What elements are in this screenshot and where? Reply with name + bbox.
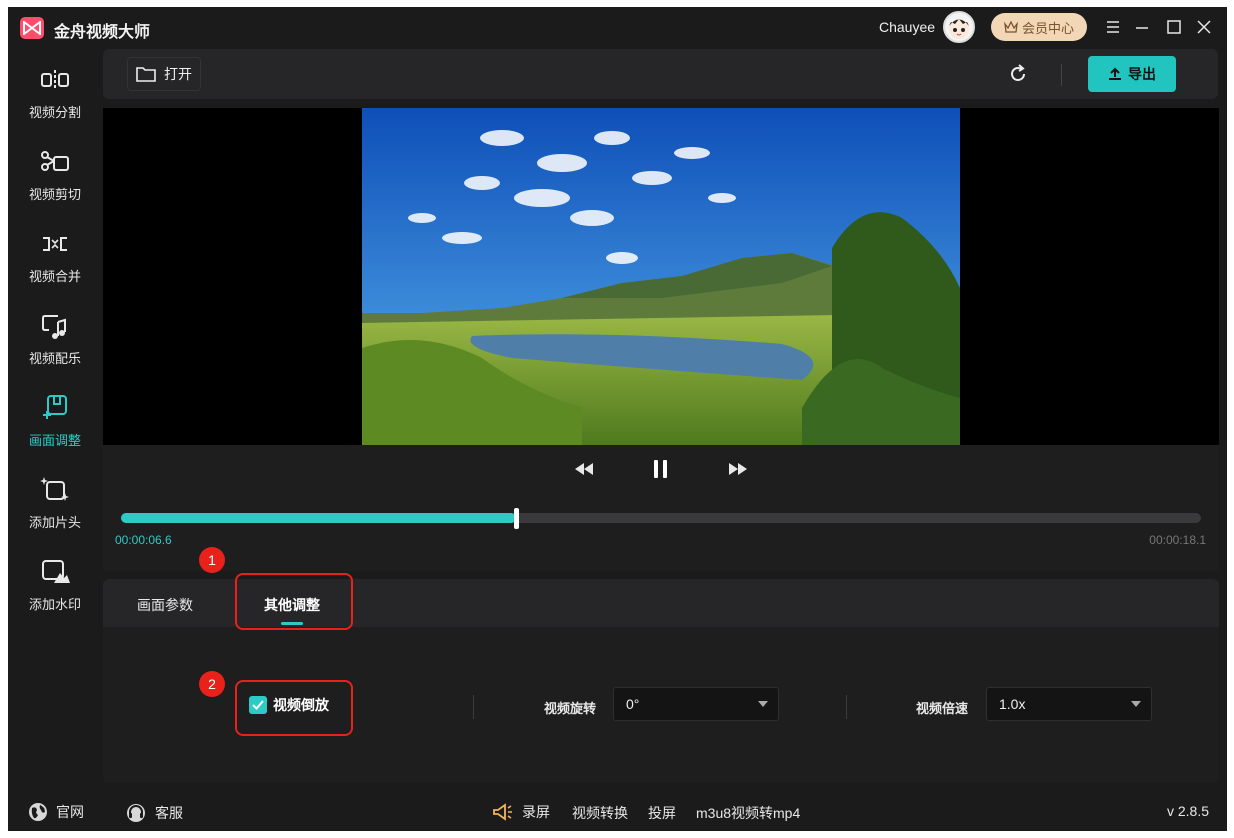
sidebar-item-split[interactable]: 视频分割 bbox=[8, 55, 102, 135]
app-window: 金舟视频大师 Chauyee 会员中心 视频分割 视频剪切 视频合并 视频配乐 … bbox=[8, 7, 1227, 831]
divider bbox=[473, 695, 474, 719]
upload-icon bbox=[1109, 67, 1121, 80]
folder-icon bbox=[136, 67, 156, 82]
tab-picture-params[interactable]: 画面参数 bbox=[137, 595, 193, 615]
website-link[interactable]: 官网 bbox=[28, 802, 84, 822]
sidebar-item-label: 视频分割 bbox=[28, 105, 81, 120]
rotate-value: 0° bbox=[626, 696, 640, 712]
annotation-marker: 2 bbox=[199, 671, 225, 697]
export-button[interactable]: 导出 bbox=[1088, 56, 1176, 92]
version-label: v 2.8.5 bbox=[1166, 803, 1209, 819]
progress-bar[interactable] bbox=[121, 508, 1201, 529]
sidebar-item-label: 画面调整 bbox=[28, 433, 81, 448]
record-label: 录屏 bbox=[522, 804, 550, 820]
watermark-icon bbox=[38, 555, 72, 589]
crown-icon bbox=[1004, 21, 1018, 33]
globe-icon bbox=[29, 803, 47, 821]
rotate-select[interactable]: 0° bbox=[613, 687, 779, 721]
speed-label: 视频倍速 bbox=[916, 701, 969, 716]
website-label: 官网 bbox=[56, 804, 84, 820]
annotation-box bbox=[235, 680, 353, 736]
export-label: 导出 bbox=[1128, 66, 1156, 82]
convert-link[interactable]: 视频转换 bbox=[572, 803, 628, 823]
maximize-icon[interactable] bbox=[1163, 16, 1185, 38]
sidebar-item-music[interactable]: 视频配乐 bbox=[8, 301, 102, 381]
current-time: 00:00:06.6 bbox=[115, 533, 172, 547]
progress-thumb[interactable] bbox=[514, 508, 519, 529]
music-icon bbox=[38, 309, 72, 343]
open-button[interactable]: 打开 bbox=[127, 57, 201, 91]
annotation-box bbox=[235, 573, 353, 630]
sidebar-item-intro[interactable]: 添加片头 bbox=[8, 465, 102, 545]
minimize-icon[interactable] bbox=[1131, 16, 1153, 38]
sidebar-item-adjust[interactable]: 画面调整 bbox=[8, 383, 102, 463]
toolbar-divider bbox=[1061, 64, 1062, 86]
divider bbox=[846, 695, 847, 719]
open-label: 打开 bbox=[164, 66, 192, 82]
intro-icon bbox=[38, 473, 72, 507]
sidebar-item-label: 视频合并 bbox=[28, 269, 81, 284]
menu-icon[interactable] bbox=[1102, 16, 1124, 38]
support-link[interactable]: 客服 bbox=[125, 802, 183, 824]
progress-fill bbox=[121, 513, 516, 523]
sidebar-item-merge[interactable]: 视频合并 bbox=[8, 219, 102, 299]
video-frame[interactable] bbox=[362, 108, 960, 445]
username[interactable]: Chauyee bbox=[879, 19, 935, 35]
member-center-label: 会员中心 bbox=[1021, 20, 1074, 36]
sidebar-item-cut[interactable]: 视频剪切 bbox=[8, 137, 102, 217]
sidebar-item-label: 添加片头 bbox=[28, 515, 81, 530]
sidebar-item-label: 添加水印 bbox=[28, 597, 81, 612]
close-icon[interactable] bbox=[1193, 16, 1215, 38]
megaphone-icon bbox=[493, 803, 512, 821]
merge-icon bbox=[38, 227, 72, 261]
fast-forward-icon[interactable] bbox=[728, 459, 748, 479]
sidebar-item-watermark[interactable]: 添加水印 bbox=[8, 547, 102, 627]
rotate-label: 视频旋转 bbox=[544, 701, 597, 716]
split-icon bbox=[38, 63, 72, 97]
record-link[interactable]: 录屏 bbox=[492, 802, 550, 822]
app-title: 金舟视频大师 bbox=[54, 24, 151, 41]
refresh-icon[interactable] bbox=[1007, 63, 1029, 85]
title-bar: 金舟视频大师 Chauyee 会员中心 bbox=[8, 7, 1227, 49]
toolbar: 打开 导出 bbox=[103, 49, 1218, 99]
headset-icon bbox=[127, 804, 145, 822]
adjust-icon bbox=[38, 391, 72, 425]
sidebar-item-label: 视频配乐 bbox=[28, 351, 81, 366]
rewind-icon[interactable] bbox=[574, 459, 594, 479]
member-center-button[interactable]: 会员中心 bbox=[991, 13, 1087, 41]
speed-select[interactable]: 1.0x bbox=[986, 687, 1152, 721]
annotation-marker: 1 bbox=[199, 547, 225, 573]
total-time: 00:00:18.1 bbox=[1149, 533, 1206, 547]
sidebar-item-label: 视频剪切 bbox=[28, 187, 81, 202]
chevron-down-icon bbox=[1131, 701, 1141, 707]
avatar[interactable] bbox=[943, 11, 975, 43]
scissors-icon bbox=[38, 145, 72, 179]
video-preview bbox=[103, 108, 1219, 445]
chevron-down-icon bbox=[758, 701, 768, 707]
playback-controls: 00:00:06.6 00:00:18.1 bbox=[103, 445, 1219, 571]
footer: 官网 客服 录屏 视频转换 投屏 m3u8视频转mp4 v 2.8.5 bbox=[8, 791, 1227, 831]
app-logo-icon bbox=[20, 17, 44, 39]
support-label: 客服 bbox=[155, 805, 183, 821]
m3u8-link[interactable]: m3u8视频转mp4 bbox=[696, 803, 800, 823]
speed-value: 1.0x bbox=[999, 696, 1026, 712]
cast-link[interactable]: 投屏 bbox=[648, 803, 676, 823]
pause-icon[interactable] bbox=[651, 459, 671, 479]
